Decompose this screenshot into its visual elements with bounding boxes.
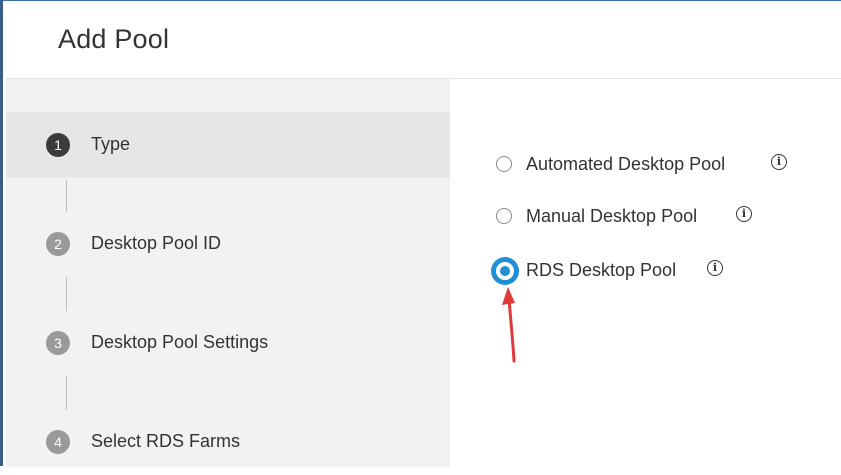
step-label: Select RDS Farms xyxy=(91,431,241,451)
radio-automated-desktop-pool[interactable] xyxy=(496,156,512,172)
step-desktop-pool-id[interactable]: 2 Desktop Pool ID xyxy=(6,211,450,277)
option-manual-desktop-pool[interactable]: Manual Desktop Pool i xyxy=(496,206,796,230)
step-type[interactable]: 1 Type xyxy=(6,112,450,178)
step-label: Type xyxy=(91,134,131,154)
dialog-header: Add Pool xyxy=(6,2,841,79)
option-label: Automated Desktop Pool xyxy=(526,154,726,174)
pool-type-panel: Automated Desktop Pool i Manual Desktop … xyxy=(450,79,841,467)
radio-rds-desktop-pool[interactable] xyxy=(491,257,519,285)
step-connector xyxy=(66,277,67,311)
step-connector xyxy=(66,180,67,212)
add-pool-dialog: Add Pool 1 Type 2 Desktop Pool ID 3 Desk… xyxy=(0,0,841,467)
step-desktop-pool-settings[interactable]: 3 Desktop Pool Settings xyxy=(6,310,450,376)
step-number-badge: 4 xyxy=(46,430,70,454)
step-connector xyxy=(66,376,67,410)
info-icon[interactable]: i xyxy=(771,154,787,170)
option-rds-desktop-pool[interactable]: RDS Desktop Pool i xyxy=(491,257,796,285)
dialog-title: Add Pool xyxy=(58,24,170,54)
info-icon[interactable]: i xyxy=(707,260,723,276)
option-label: Manual Desktop Pool xyxy=(526,206,698,226)
step-number-badge: 1 xyxy=(46,133,70,157)
info-icon[interactable]: i xyxy=(736,206,752,222)
step-label: Desktop Pool ID xyxy=(91,233,222,253)
radio-manual-desktop-pool[interactable] xyxy=(496,208,512,224)
step-number-badge: 3 xyxy=(46,331,70,355)
option-label: RDS Desktop Pool xyxy=(526,260,677,280)
step-number-badge: 2 xyxy=(46,232,70,256)
step-select-rds-farms[interactable]: 4 Select RDS Farms xyxy=(6,409,450,475)
step-label: Desktop Pool Settings xyxy=(91,332,269,352)
option-automated-desktop-pool[interactable]: Automated Desktop Pool i xyxy=(496,154,796,178)
wizard-steps-sidebar: 1 Type 2 Desktop Pool ID 3 Desktop Pool … xyxy=(6,79,450,467)
red-arrow-icon xyxy=(502,287,516,363)
